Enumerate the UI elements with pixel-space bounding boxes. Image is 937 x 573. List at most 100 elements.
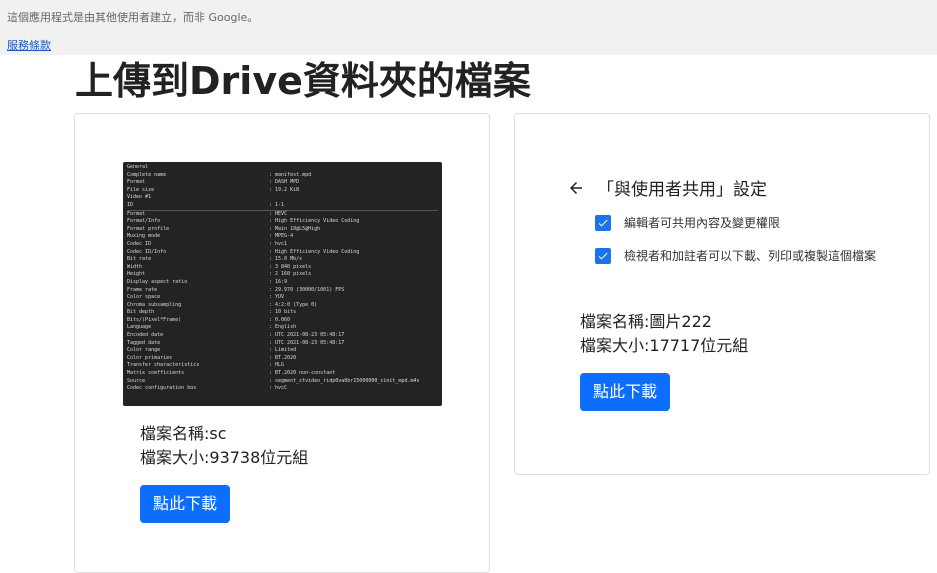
thumbnail-value: : HEVC [269, 210, 288, 217]
thumbnail-key: File size [127, 186, 155, 193]
share-option-editors: 編輯者可共用內容及變更權限 [595, 214, 780, 231]
thumbnail-key: Codec ID/Info [127, 248, 167, 255]
share-option-viewers: 檢視者和加註者可以下載、列印或複製這個檔案 [595, 247, 876, 264]
thumbnail-key: ID [127, 201, 134, 208]
thumbnail-key: Bit depth [127, 309, 155, 316]
thumbnail-row: Bits/(Pixel*Frame) : 0.060 [127, 317, 438, 325]
thumbnail-row: Display aspect ratio : 16:9 [127, 279, 438, 287]
thumbnail-value: : DASH MPD [269, 179, 300, 186]
thumbnail-value: : 4:2:0 (Type 0) [269, 301, 318, 308]
thumbnail-value: : 29.970 (30000/1001) FPS [269, 286, 345, 293]
thumbnail-value: : High Efficiency Video Coding [269, 218, 360, 225]
thumbnail-value: : 16:9 [269, 278, 288, 285]
file-card-image222: 「與使用者共用」設定 編輯者可共用內容及變更權限 檢視者和加註者可以下載、列印或… [514, 113, 930, 475]
thumbnail-key: Encoded date [127, 332, 164, 339]
thumbnail-value: : MPEG-4 [269, 233, 294, 240]
share-option-label: 檢視者和加註者可以下載、列印或複製這個檔案 [624, 249, 877, 263]
download-button[interactable]: 點此下載 [580, 373, 671, 411]
thumbnail-row: Format : HEVC [127, 211, 438, 219]
thumbnail-value: : UTC 2021-08-23 05:48:17 [269, 339, 345, 346]
thumbnail-key: Codec ID [127, 240, 152, 247]
thumbnail-value: : 0.060 [269, 316, 291, 323]
file-thumbnail: General Complete name: manifest.mpd Format… [123, 162, 442, 406]
thumbnail-key: Format [127, 210, 146, 217]
share-option-label: 編輯者可共用內容及變更權限 [624, 216, 781, 230]
thumbnail-row: File size : 19.2 KiB [127, 187, 438, 195]
thumbnail-value: : 10 bits [269, 309, 297, 316]
thumbnail-value: : 3 840 pixels [269, 263, 312, 270]
thumbnail-row: Source : segment_ctvideo_ridp0va0br150000… [127, 378, 438, 386]
file-card-sc: General Complete name: manifest.mpd Format… [74, 113, 490, 573]
thumbnail-row: Video #1 [127, 194, 438, 202]
thumbnail-row: Width : 3 840 pixels [127, 264, 438, 272]
thumbnail-row: Frame rate : 29.970 (30000/1001) FPS [127, 287, 438, 295]
thumbnail-key: Format/Info [127, 218, 161, 225]
thumbnail-row: Language: English [127, 324, 438, 332]
thumbnail-key: Chroma subsampling [127, 301, 182, 308]
page-title-drive: Drive [189, 59, 303, 103]
thumbnail-value: : BT.2020 [269, 354, 297, 361]
thumbnail-key: Codec configuration box [127, 385, 197, 392]
page-title: 上傳到Drive資料夾的檔案 [75, 56, 531, 106]
thumbnail-key: Bit rate [127, 256, 152, 263]
thumbnail-value: : 15.0 Mb/s [269, 256, 303, 263]
page-title-suffix: 資料夾的檔案 [302, 59, 531, 103]
thumbnail-value: : UTC 2021-08-23 05:48:17 [269, 332, 345, 339]
thumbnail-row: Codec configuration box : hvcC [127, 385, 438, 393]
back-arrow-icon[interactable] [567, 179, 585, 197]
thumbnail-key: Source [127, 377, 146, 384]
thumbnail-value [269, 194, 438, 202]
thumbnail-row: Format profile: Main 10@L5@High [127, 226, 438, 234]
file-name: 檔案名稱:圖片222 [580, 312, 712, 331]
thumbnail-key: Color primaries [127, 354, 173, 361]
thumbnail-value: : High Efficiency Video Coding [269, 248, 360, 255]
thumbnail-key: Bits/(Pixel*Frame) [127, 316, 182, 323]
share-settings-header: 「與使用者共用」設定 [567, 175, 767, 200]
thumbnail-row: Color space : YUV [127, 294, 438, 302]
thumbnail-value: : BT.2020 non-constant [269, 370, 336, 377]
thumbnail-value: : segment_ctvideo_ridp0va0br15000000_cin… [269, 377, 420, 384]
thumbnail-value: : 19.2 KiB [269, 186, 300, 193]
check-icon [598, 252, 608, 259]
file-size: 檔案大小:93738位元組 [140, 448, 309, 467]
thumbnail-key: Transfer characteristics [127, 362, 200, 369]
thumbnail-key: Frame rate [127, 286, 158, 293]
thumbnail-key: Height [127, 271, 146, 278]
thumbnail-row: General [127, 164, 438, 172]
third-party-app-notice: 這個應用程式是由其他使用者建立，而非 Google。 [7, 11, 259, 24]
thumbnail-row: Encoded date : UTC 2021-08-23 05:48:17 [127, 332, 438, 340]
thumbnail-value: : manifest.mpd [269, 171, 312, 178]
thumbnail-row: Color range: Limited [127, 347, 438, 355]
file-size: 檔案大小:17717位元組 [580, 336, 749, 355]
thumbnail-value: : YUV [269, 294, 285, 301]
thumbnail-value: : HLG [269, 362, 285, 369]
thumbnail-key: Tagged date [127, 339, 161, 346]
thumbnail-value: : hvc1 [269, 240, 288, 247]
terms-of-service-link[interactable]: 服務條款 [7, 37, 51, 53]
thumbnail-row: Format: DASH MPD [127, 179, 438, 187]
thumbnail-key: Video #1 [127, 194, 152, 201]
checkbox-viewers-download[interactable] [595, 247, 611, 264]
page-title-prefix: 上傳到 [75, 59, 190, 103]
thumbnail-key: Format profile [127, 225, 170, 232]
file-info: 檔案名稱:圖片222 檔案大小:17717位元組 [580, 310, 748, 358]
thumbnail-value: : Limited [269, 347, 297, 354]
thumbnail-key: Complete name [127, 171, 167, 178]
download-button[interactable]: 點此下載 [140, 485, 231, 523]
thumbnail-key: Width [127, 263, 143, 270]
share-settings-title: 「與使用者共用」設定 [597, 180, 767, 200]
thumbnail-row: Chroma subsampling : 4:2:0 (Type 0) [127, 302, 438, 310]
thumbnail-key: Display aspect ratio [127, 278, 188, 285]
thumbnail-row: Codec ID/Info : High Efficiency Video Cod… [127, 249, 438, 257]
file-info: 檔案名稱:sc 檔案大小:93738位元組 [140, 422, 308, 470]
thumbnail-value: : 2 160 pixels [269, 271, 312, 278]
thumbnail-row: Codec ID : hvc1 [127, 241, 438, 249]
thumbnail-row: Bit rate : 15.0 Mb/s [127, 256, 438, 264]
thumbnail-row: Transfer characteristics : HLG [127, 362, 438, 370]
thumbnail-key: Color space [127, 294, 161, 301]
top-banner: 這個應用程式是由其他使用者建立，而非 Google。 服務條款 [0, 0, 937, 55]
thumbnail-value: : 1-1 [269, 201, 285, 208]
check-icon [598, 219, 608, 226]
thumbnail-value: : hvcC [269, 385, 288, 392]
checkbox-editors-share[interactable] [595, 214, 611, 231]
